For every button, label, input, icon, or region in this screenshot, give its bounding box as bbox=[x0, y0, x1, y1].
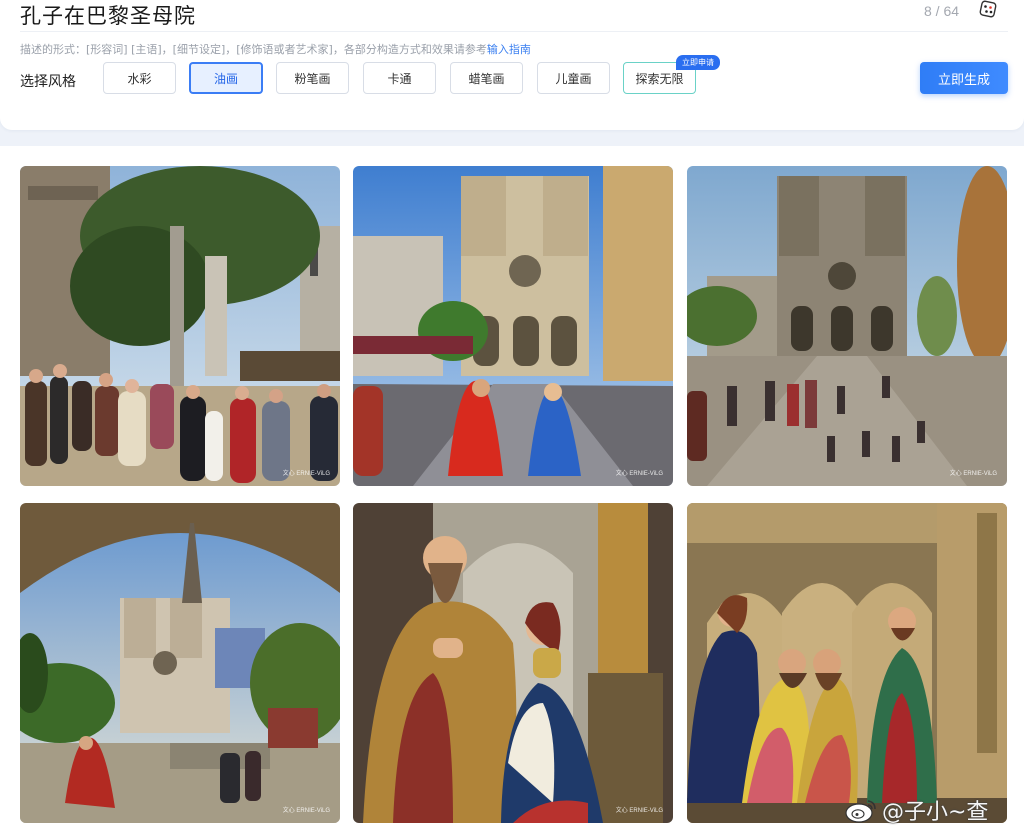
style-option-chalk[interactable]: 粉笔画 bbox=[276, 62, 349, 94]
prompt-hint: 描述的形式：[形容词] [主语]，[细节设定]，[修饰语或者艺术家]，各部分构造… bbox=[20, 41, 531, 57]
dice-icon[interactable] bbox=[979, 0, 997, 18]
style-option-crayon[interactable]: 蜡笔画 bbox=[450, 62, 523, 94]
guide-link[interactable]: 输入指南 bbox=[487, 43, 531, 56]
social-handle: @子小~查 bbox=[882, 800, 989, 825]
style-option-children[interactable]: 儿童画 bbox=[537, 62, 610, 94]
watermark: 文心 ERNIE-ViLG bbox=[282, 471, 330, 477]
gallery-image-2[interactable]: 文心 ERNIE-ViLG bbox=[353, 166, 673, 486]
watermark: 文心 ERNIE-ViLG bbox=[615, 471, 663, 477]
prompt-panel: 孔子在巴黎圣母院 8 / 64 描述的形式：[形容词] [主语]，[细节设定]，… bbox=[0, 0, 1024, 130]
gallery-image-5[interactable]: 文心 ERNIE-ViLG bbox=[353, 503, 673, 823]
generate-button[interactable]: 立即生成 bbox=[920, 62, 1008, 94]
gallery-image-1[interactable]: 文心 ERNIE-ViLG bbox=[20, 166, 340, 486]
char-counter: 8 / 64 bbox=[924, 3, 960, 19]
weibo-icon bbox=[845, 800, 876, 823]
prompt-input[interactable]: 孔子在巴黎圣母院 bbox=[20, 0, 196, 30]
gallery-image-6[interactable] bbox=[687, 503, 1007, 823]
watermark: 文心 ERNIE-ViLG bbox=[282, 808, 330, 814]
image-gallery: 文心 ERNIE-ViLG 文心 ERNIE-ViLG 文心 ERNIE-ViL… bbox=[0, 146, 1024, 836]
style-label: 选择风格 bbox=[20, 74, 76, 90]
style-option-watercolor[interactable]: 水彩 bbox=[103, 62, 176, 94]
style-option-oil-painting[interactable]: 油画 bbox=[189, 62, 263, 94]
hint-text: 描述的形式：[形容词] [主语]，[细节设定]，[修饰语或者艺术家]，各部分构造… bbox=[20, 43, 487, 56]
gallery-image-4[interactable]: 文心 ERNIE-ViLG bbox=[20, 503, 340, 823]
watermark: 文心 ERNIE-ViLG bbox=[949, 471, 997, 477]
style-option-cartoon[interactable]: 卡通 bbox=[363, 62, 436, 94]
apply-badge[interactable]: 立即申请 bbox=[676, 55, 720, 70]
gallery-image-3[interactable]: 文心 ERNIE-ViLG bbox=[687, 166, 1007, 486]
watermark: 文心 ERNIE-ViLG bbox=[615, 808, 663, 814]
social-watermark: @子小~查 bbox=[844, 794, 988, 826]
divider bbox=[20, 31, 1008, 32]
